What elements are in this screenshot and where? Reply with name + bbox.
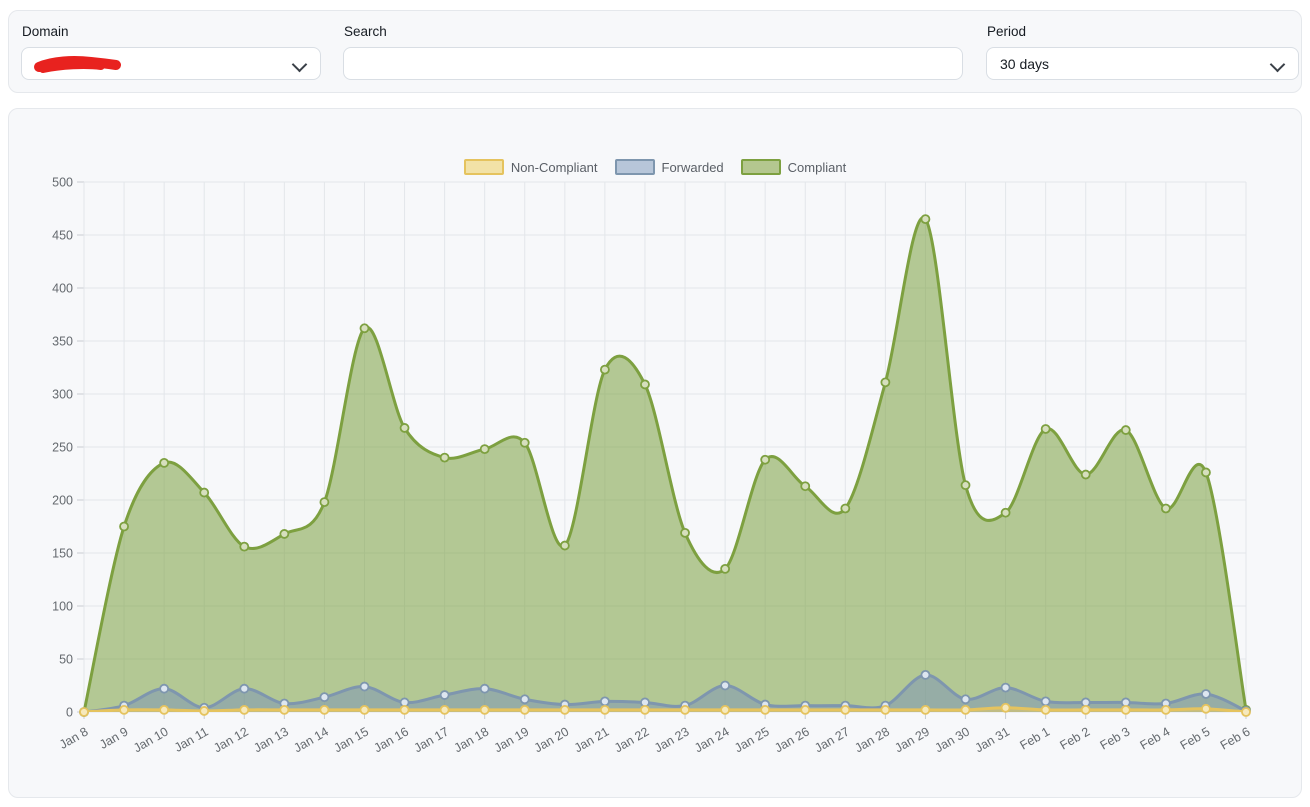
area-chart: 0 50 100 150 200 250 300 350 400 450 500 Jan 8Jan 9…	[9, 109, 1303, 797]
domain-select[interactable]	[21, 47, 321, 80]
svg-text:Jan 8: Jan 8	[57, 724, 91, 751]
search-field: Search	[343, 24, 963, 80]
redaction-scribble	[31, 55, 126, 75]
svg-text:350: 350	[52, 335, 73, 349]
legend-swatch-compliant	[741, 159, 781, 175]
legend-item-compliant[interactable]: Compliant	[741, 159, 847, 175]
chevron-down-icon	[292, 57, 308, 73]
svg-text:Feb 5: Feb 5	[1178, 724, 1213, 752]
svg-text:Feb 4: Feb 4	[1138, 724, 1173, 752]
period-field: Period 30 days	[986, 24, 1299, 80]
svg-text:Jan 11: Jan 11	[172, 724, 211, 754]
svg-text:Jan 22: Jan 22	[612, 724, 652, 755]
svg-text:Jan 13: Jan 13	[251, 724, 291, 755]
svg-text:200: 200	[52, 494, 73, 508]
svg-text:Feb 1: Feb 1	[1017, 724, 1052, 752]
svg-text:Jan 14: Jan 14	[291, 724, 331, 755]
svg-text:Jan 26: Jan 26	[772, 724, 812, 755]
legend-label: Forwarded	[662, 160, 724, 175]
svg-text:Jan 19: Jan 19	[492, 724, 532, 755]
svg-text:50: 50	[59, 653, 73, 667]
svg-text:250: 250	[52, 441, 73, 455]
svg-text:Jan 30: Jan 30	[933, 724, 973, 755]
legend-swatch-forwarded	[615, 159, 655, 175]
svg-text:300: 300	[52, 388, 73, 402]
svg-text:Feb 6: Feb 6	[1218, 724, 1253, 752]
svg-text:Jan 20: Jan 20	[532, 724, 572, 755]
svg-text:Jan 29: Jan 29	[892, 724, 932, 755]
filter-bar: Domain Search Period 30 days	[8, 10, 1302, 93]
svg-text:Feb 3: Feb 3	[1098, 724, 1133, 752]
svg-text:Jan 16: Jan 16	[372, 724, 412, 755]
svg-text:Jan 23: Jan 23	[652, 724, 692, 755]
svg-text:Jan 10: Jan 10	[131, 724, 171, 755]
period-label: Period	[987, 24, 1299, 39]
svg-text:400: 400	[52, 282, 73, 296]
svg-text:450: 450	[52, 229, 73, 243]
legend-item-forwarded[interactable]: Forwarded	[615, 159, 724, 175]
svg-text:Jan 21: Jan 21	[572, 724, 612, 755]
svg-text:Jan 31: Jan 31	[973, 724, 1013, 755]
svg-text:Jan 24: Jan 24	[692, 724, 732, 755]
svg-text:Feb 2: Feb 2	[1058, 724, 1093, 752]
svg-text:Jan 12: Jan 12	[211, 724, 251, 755]
chart-legend: Non-Compliant Forwarded Compliant	[9, 159, 1301, 175]
search-label: Search	[344, 24, 963, 39]
svg-text:0: 0	[66, 706, 73, 720]
svg-text:Jan 17: Jan 17	[412, 724, 452, 755]
svg-text:Jan 25: Jan 25	[732, 724, 772, 755]
period-select[interactable]: 30 days	[986, 47, 1299, 80]
domain-label: Domain	[22, 24, 321, 39]
legend-swatch-non-compliant	[464, 159, 504, 175]
domain-field: Domain	[21, 24, 321, 80]
svg-text:Jan 28: Jan 28	[852, 724, 892, 755]
svg-text:Jan 18: Jan 18	[452, 724, 492, 755]
svg-text:Jan 9: Jan 9	[97, 724, 131, 751]
legend-item-non-compliant[interactable]: Non-Compliant	[464, 159, 598, 175]
svg-text:Jan 15: Jan 15	[331, 724, 371, 755]
legend-label: Non-Compliant	[511, 160, 598, 175]
svg-text:150: 150	[52, 547, 73, 561]
search-input[interactable]	[343, 47, 963, 80]
svg-text:100: 100	[52, 600, 73, 614]
svg-text:500: 500	[52, 176, 73, 190]
legend-label: Compliant	[788, 160, 847, 175]
period-value: 30 days	[1000, 56, 1049, 72]
svg-text:Jan 27: Jan 27	[812, 724, 852, 755]
chart-card: 0 50 100 150 200 250 300 350 400 450 500 Jan 8Jan 9…	[8, 108, 1302, 798]
chevron-down-icon	[1270, 57, 1286, 73]
